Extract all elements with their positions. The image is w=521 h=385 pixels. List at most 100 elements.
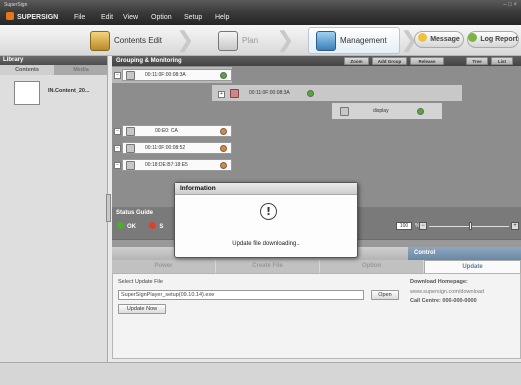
zoom-button[interactable]: Zoom (344, 57, 369, 65)
release-button[interactable]: Release (410, 57, 444, 65)
tab-media[interactable]: Media (54, 65, 108, 75)
device-node[interactable]: 00:E0: CA (122, 125, 232, 137)
status-warn-icon (220, 128, 227, 135)
log-report-icon (468, 33, 478, 42)
step-management-label: Management (340, 36, 387, 45)
device-node[interactable]: display (337, 106, 427, 118)
status-ok-icon (417, 108, 424, 115)
device-icon (230, 89, 239, 98)
workflow-toolbar: Contents Edit ❯ Plan ❯ Management ❯ Mess… (0, 25, 521, 56)
library-tabs: Contents Media (0, 65, 108, 75)
library-panel: Library Contents Media IN.Content_20... (0, 56, 108, 362)
ok-legend-label: OK (127, 224, 136, 230)
tab-contents[interactable]: Contents (0, 65, 54, 75)
device-node[interactable]: 00:11:0F:00:08:3A (122, 69, 232, 81)
panel-splitter-handle[interactable] (106, 194, 111, 222)
control-panel: Control Power Create File Option Update … (112, 247, 521, 359)
status-guide-title: Status Guide (116, 210, 154, 216)
open-button[interactable]: Open (371, 290, 399, 300)
tab-create-file[interactable]: Create File (216, 260, 320, 273)
status-legend: OK S (117, 222, 163, 230)
library-title: Library (0, 56, 107, 65)
download-url[interactable]: www.supersign.com/download (410, 289, 484, 295)
device-id: 00:11:0F:00:08:3A (145, 72, 186, 78)
menu-view[interactable]: View (123, 11, 138, 25)
status-warn-icon (220, 162, 227, 169)
status-ok-icon (220, 72, 227, 79)
log-report-button[interactable]: Log Report (467, 31, 519, 48)
tree-button[interactable]: Tree (466, 57, 488, 65)
menu-setup[interactable]: Setup (184, 11, 202, 25)
menu-edit[interactable]: Edit (101, 11, 113, 25)
expand-icon[interactable]: + (218, 91, 225, 98)
message-label: Message (430, 36, 460, 43)
device-id: display (373, 108, 389, 114)
content-item-label[interactable]: IN.Content_20... (48, 88, 90, 94)
device-id: 00:18:DE:B7:18:E5 (145, 162, 188, 168)
step-plan-label: Plan (242, 36, 259, 45)
select-update-file-label: Select Update File (118, 279, 163, 285)
tab-power[interactable]: Power (112, 260, 216, 273)
chevron-right-icon: ❯ (400, 27, 419, 52)
expand-icon[interactable]: − (114, 72, 121, 79)
step-management[interactable]: Management (316, 29, 396, 53)
update-file-field[interactable] (118, 290, 364, 300)
zoom-value-field[interactable]: 100 (396, 222, 412, 230)
chevron-right-icon: ❯ (276, 27, 295, 52)
device-node[interactable]: 00:11:0F:00:08:52 (122, 142, 232, 154)
list-button[interactable]: List (491, 57, 513, 65)
download-homepage-label: Download Homepage: (410, 279, 468, 285)
expand-icon[interactable]: − (114, 128, 121, 135)
logo-icon (6, 12, 14, 20)
chevron-right-icon: ❯ (176, 27, 195, 52)
call-centre-label: Call Centre: 000-000-0000 (410, 298, 477, 304)
dialog-message: Update file downloading.. (232, 241, 300, 247)
update-tab-content: Select Update File Open Update Now Downl… (112, 273, 521, 359)
grouping-title: Grouping & Monitoring (116, 58, 182, 64)
control-title: Control (408, 247, 521, 260)
status-ok-icon (307, 90, 314, 97)
device-node[interactable]: 00:18:DE:B7:18:E5 (122, 159, 232, 171)
status-bar (0, 362, 521, 385)
logo-text: SUPERSIGN (17, 14, 59, 21)
menu-option[interactable]: Option (151, 11, 172, 25)
exclamation-icon: ! (260, 203, 277, 220)
support-info: Download Homepage: www.supersign.com/dow… (410, 274, 520, 358)
device-id: 00:11:0F:00:08:3A (249, 90, 290, 96)
menu-bar: SUPERSIGN File Edit View Option Setup He… (0, 11, 521, 25)
monitor-icon (316, 31, 336, 51)
calendar-icon (218, 31, 238, 51)
device-icon (126, 127, 135, 136)
window-controls[interactable]: – □ × (503, 0, 517, 11)
expand-icon[interactable]: − (114, 145, 121, 152)
device-id: 00:E0: CA (155, 128, 178, 134)
zoom-slider-handle[interactable] (469, 222, 472, 230)
device-icon (340, 107, 349, 116)
device-id: 00:11:0F:00:08:52 (145, 145, 186, 151)
grouping-header: Grouping & Monitoring Zoom Add Group Rel… (112, 56, 521, 66)
clapper-icon (90, 31, 110, 51)
step-plan[interactable]: Plan (218, 29, 278, 53)
ok-icon (117, 222, 124, 229)
expand-icon[interactable]: − (114, 162, 121, 169)
device-icon (126, 71, 135, 80)
menu-help[interactable]: Help (215, 11, 229, 25)
add-group-button[interactable]: Add Group (372, 57, 407, 65)
device-icon (126, 161, 135, 170)
step-contents-edit[interactable]: Contents Edit (90, 29, 170, 53)
status-warn-icon (220, 145, 227, 152)
menu-file[interactable]: File (74, 11, 85, 25)
control-tabs: Power Create File Option Update (112, 260, 521, 273)
dialog-title: Information (175, 183, 357, 195)
zoom-out-button[interactable]: − (419, 222, 427, 230)
content-thumbnail[interactable] (14, 81, 40, 105)
tab-update[interactable]: Update (424, 260, 521, 273)
message-button[interactable]: Message (414, 31, 464, 48)
tab-option[interactable]: Option (320, 260, 424, 273)
error-legend-label: S (159, 224, 164, 230)
zoom-in-button[interactable]: + (511, 222, 519, 230)
update-now-button[interactable]: Update Now (118, 304, 166, 314)
window-titlebar: SuperSign – □ × (0, 0, 521, 11)
device-node[interactable]: 00:11:0F:00:08:3A (227, 88, 319, 100)
log-report-label: Log Report (480, 36, 518, 43)
